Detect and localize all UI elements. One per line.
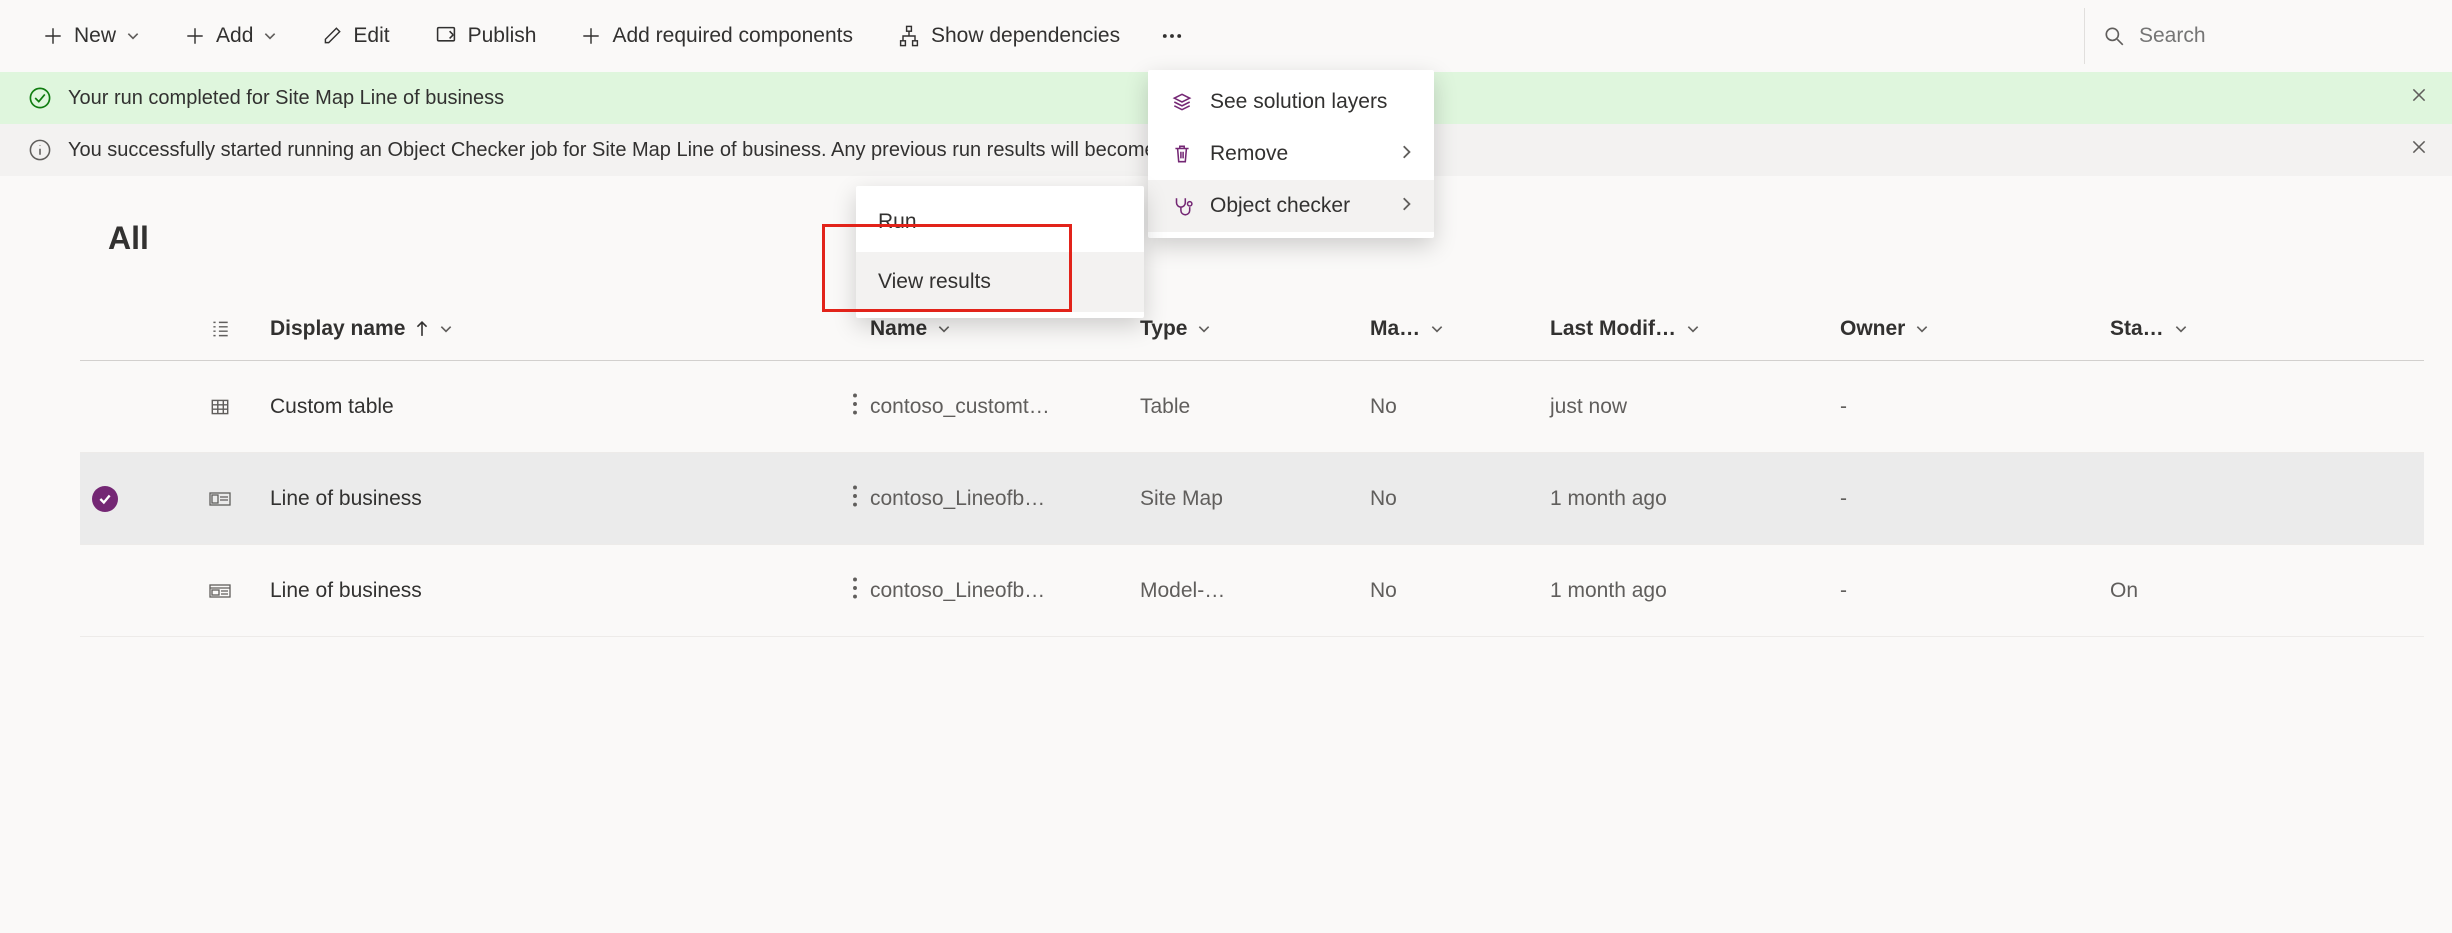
trash-icon — [1170, 143, 1194, 165]
table-row[interactable]: Custom table contoso_customt… Table No j… — [80, 361, 2424, 453]
chevron-down-icon — [1915, 322, 1929, 336]
cell-status: On — [2110, 579, 2330, 603]
cell-name: contoso_Lineofb… — [870, 579, 1140, 603]
cell-display-name: Custom table — [270, 395, 790, 419]
stethoscope-icon — [1170, 195, 1194, 217]
cell-last-modified: 1 month ago — [1550, 487, 1840, 511]
cell-owner: - — [1840, 487, 2110, 511]
add-required-label: Add required components — [612, 24, 853, 48]
select-column-icon[interactable] — [170, 318, 270, 340]
plus-icon — [184, 25, 206, 47]
cell-last-modified: just now — [1550, 395, 1840, 419]
components-grid: Display name Name Type Ma… Last Modif… O… — [0, 257, 2452, 637]
search-icon — [2103, 25, 2125, 47]
table-row[interactable]: Line of business contoso_Lineofb… Model-… — [80, 545, 2424, 637]
overflow-button[interactable] — [1146, 8, 1198, 64]
cell-managed: No — [1370, 487, 1550, 511]
show-dependencies-button[interactable]: Show dependencies — [879, 8, 1138, 64]
show-deps-label: Show dependencies — [931, 24, 1120, 48]
layers-icon — [1170, 91, 1194, 113]
banner-info-text: You successfully started running an Obje… — [68, 139, 1213, 162]
col-managed[interactable]: Ma… — [1370, 317, 1550, 341]
cell-owner: - — [1840, 579, 2110, 603]
cell-type: Table — [1140, 395, 1370, 419]
command-bar: New Add Edit Publish Add required compon… — [0, 0, 2452, 72]
chevron-right-icon — [1400, 194, 1412, 218]
row-selected-icon — [92, 486, 118, 512]
publish-label: Publish — [468, 24, 537, 48]
cell-type: Model-… — [1140, 579, 1370, 603]
cell-owner: - — [1840, 395, 2110, 419]
new-button[interactable]: New — [24, 8, 158, 64]
chevron-down-icon — [1197, 322, 1211, 336]
row-more-button[interactable] — [852, 485, 870, 513]
banner-success-text: Your run completed for Site Map Line of … — [68, 87, 504, 110]
chevron-right-icon — [1400, 142, 1412, 166]
search-box[interactable] — [2084, 8, 2428, 64]
row-more-button[interactable] — [852, 577, 870, 605]
sort-up-icon — [415, 321, 429, 337]
chevron-down-icon — [439, 322, 453, 336]
check-circle-icon — [28, 86, 52, 110]
dependencies-icon — [897, 24, 921, 48]
banner-close-button[interactable] — [2410, 86, 2428, 110]
cell-display-name: Line of business — [270, 579, 790, 603]
publish-button[interactable]: Publish — [416, 8, 555, 64]
pencil-icon — [321, 25, 343, 47]
plus-icon — [580, 25, 602, 47]
chevron-down-icon — [1430, 322, 1444, 336]
cell-display-name: Line of business — [270, 487, 790, 511]
cell-name: contoso_Lineofb… — [870, 487, 1140, 511]
row-type-icon — [170, 396, 270, 418]
info-circle-icon — [28, 138, 52, 162]
table-row[interactable]: Line of business contoso_Lineofb… Site M… — [80, 453, 2424, 545]
col-type[interactable]: Type — [1140, 317, 1370, 341]
add-button[interactable]: Add — [166, 8, 295, 64]
row-type-icon — [170, 582, 270, 600]
col-last-modified[interactable]: Last Modif… — [1550, 317, 1840, 341]
chevron-down-icon — [126, 29, 140, 43]
chevron-down-icon — [2174, 322, 2188, 336]
col-owner[interactable]: Owner — [1840, 317, 2110, 341]
submenu-view-results[interactable]: View results — [856, 252, 1144, 312]
row-type-icon — [170, 490, 270, 508]
add-label: Add — [216, 24, 253, 48]
more-icon — [1160, 24, 1184, 48]
cell-name: contoso_customt… — [870, 395, 1140, 419]
cell-managed: No — [1370, 579, 1550, 603]
banner-close-button[interactable] — [2410, 138, 2428, 162]
menu-object-checker[interactable]: Object checker — [1148, 180, 1434, 232]
col-display-name[interactable]: Display name — [270, 317, 790, 341]
overflow-menu: See solution layers Remove Object checke… — [1148, 70, 1434, 238]
col-name[interactable]: Name — [870, 317, 1140, 341]
search-input[interactable] — [2139, 24, 2410, 48]
menu-remove[interactable]: Remove — [1148, 128, 1434, 180]
add-required-button[interactable]: Add required components — [562, 8, 871, 64]
chevron-down-icon — [263, 29, 277, 43]
menu-see-solution-layers[interactable]: See solution layers — [1148, 76, 1434, 128]
col-status[interactable]: Sta… — [2110, 317, 2330, 341]
grid-header-row: Display name Name Type Ma… Last Modif… O… — [80, 297, 2424, 361]
plus-icon — [42, 25, 64, 47]
object-checker-submenu: Run View results — [856, 186, 1144, 318]
cell-type: Site Map — [1140, 487, 1370, 511]
chevron-down-icon — [937, 322, 951, 336]
edit-label: Edit — [353, 24, 389, 48]
row-more-button[interactable] — [852, 393, 870, 421]
submenu-run[interactable]: Run — [856, 192, 1144, 252]
cell-last-modified: 1 month ago — [1550, 579, 1840, 603]
publish-icon — [434, 24, 458, 48]
edit-button[interactable]: Edit — [303, 8, 407, 64]
cell-managed: No — [1370, 395, 1550, 419]
new-label: New — [74, 24, 116, 48]
chevron-down-icon — [1686, 322, 1700, 336]
